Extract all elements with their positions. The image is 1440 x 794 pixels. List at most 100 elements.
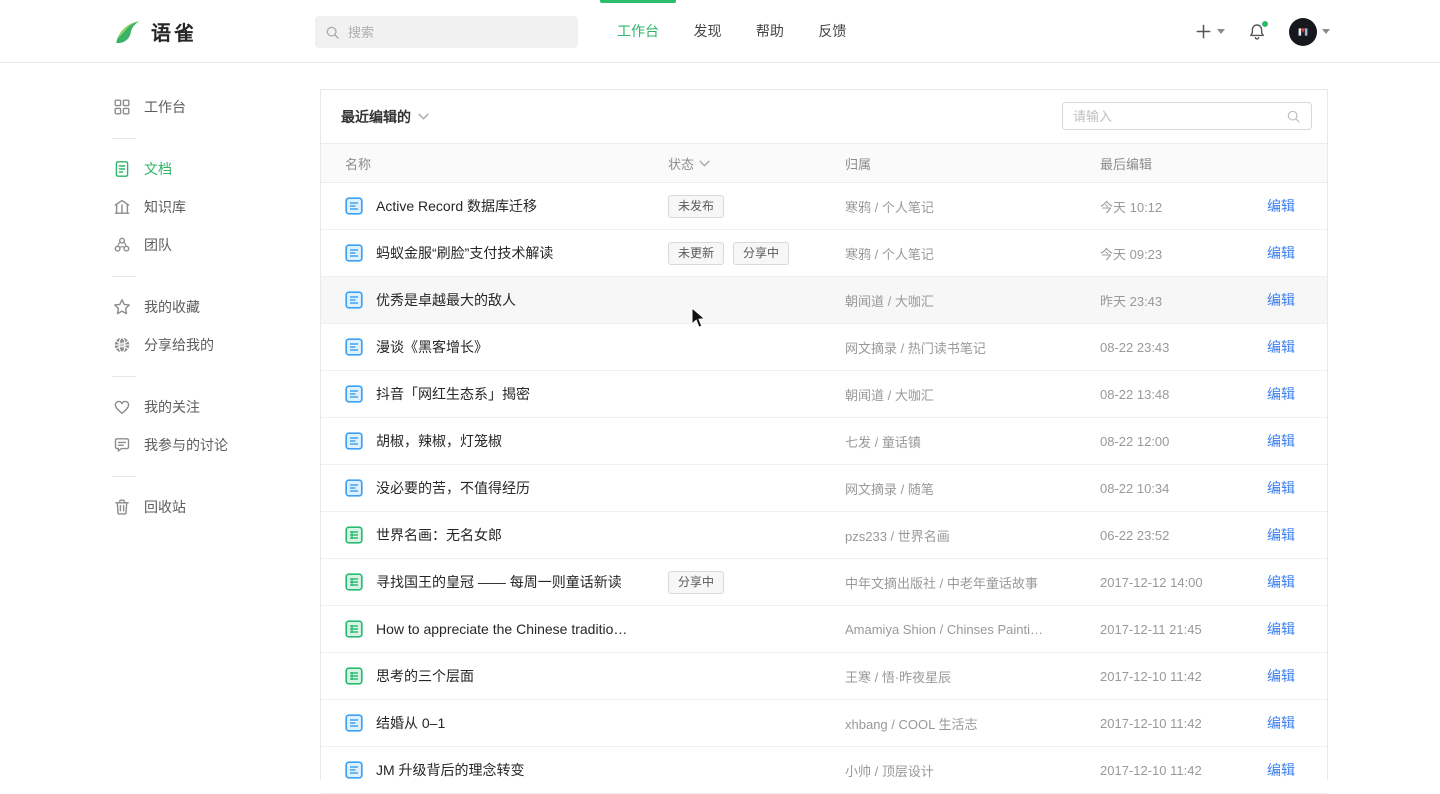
- doc-title[interactable]: How to appreciate the Chinese traditio…: [376, 621, 627, 637]
- table-row[interactable]: 世界名画：无名女郎 pzs233 / 世界名画 06-22 23:52 编辑: [321, 512, 1327, 559]
- column-header-status[interactable]: 状态: [668, 154, 845, 173]
- owner-text: 王寒 / 悟·昨夜星辰: [845, 667, 1100, 686]
- nav-tab-help[interactable]: 帮助: [756, 0, 784, 63]
- header-search[interactable]: [315, 16, 578, 48]
- doc-title[interactable]: 胡椒，辣椒，灯笼椒: [376, 431, 502, 451]
- table-row[interactable]: 思考的三个层面 王寒 / 悟·昨夜星辰 2017-12-10 11:42 编辑: [321, 653, 1327, 700]
- chevron-down-icon: [418, 113, 429, 120]
- sidebar-item-following[interactable]: 我的关注: [112, 388, 302, 426]
- notifications-button[interactable]: [1247, 22, 1267, 42]
- top-nav: 工作台 发现 帮助 反馈: [617, 0, 876, 63]
- sidebar-divider: [112, 464, 302, 488]
- table-row[interactable]: JM 升级背后的理念转变 小帅 / 顶层设计 2017-12-10 11:42 …: [321, 747, 1327, 794]
- edit-link[interactable]: 编辑: [1267, 480, 1295, 496]
- sheet-icon: [345, 526, 363, 544]
- doc-icon: [345, 385, 363, 403]
- chevron-down-icon: [1217, 29, 1225, 34]
- search-icon: [325, 25, 340, 40]
- sheet-icon: [345, 620, 363, 638]
- owner-text: 网文摘录 / 随笔: [845, 479, 1100, 498]
- panel-search-input[interactable]: [1073, 109, 1286, 124]
- chevron-down-icon: [699, 160, 710, 167]
- sidebar-item-shared-with-me[interactable]: 分享给我的: [112, 326, 302, 364]
- sidebar-item-docs[interactable]: 文档: [112, 150, 302, 188]
- trash-icon: [112, 498, 131, 517]
- table-row[interactable]: 结婚从 0–1 xhbang / COOL 生活志 2017-12-10 11:…: [321, 700, 1327, 747]
- table-row[interactable]: 没必要的苦，不值得经历 网文摘录 / 随笔 08-22 10:34 编辑: [321, 465, 1327, 512]
- edited-text: 06-22 23:52: [1100, 528, 1267, 543]
- table-row[interactable]: 抖音「网红生态系」揭密 朝闻道 / 大咖汇 08-22 13:48 编辑: [321, 371, 1327, 418]
- edit-link[interactable]: 编辑: [1267, 574, 1295, 590]
- table-row[interactable]: Active Record 数据库迁移 未发布 寒鸦 / 个人笔记 今天 10:…: [321, 183, 1327, 230]
- edit-link[interactable]: 编辑: [1267, 245, 1295, 261]
- table-row[interactable]: 漫谈《黑客增长》 网文摘录 / 热门读书笔记 08-22 23:43 编辑: [321, 324, 1327, 371]
- edit-link[interactable]: 编辑: [1267, 198, 1295, 214]
- edit-link[interactable]: 编辑: [1267, 715, 1295, 731]
- doc-title[interactable]: 优秀是卓越最大的敌人: [376, 290, 516, 310]
- sheet-icon: [345, 573, 363, 591]
- doc-title[interactable]: 结婚从 0–1: [376, 713, 445, 733]
- logo[interactable]: 语雀: [112, 0, 197, 63]
- status-badge: 未发布: [668, 195, 724, 218]
- sidebar: 工作台 文档 知识库 团队: [112, 88, 302, 526]
- team-icon: [112, 236, 131, 255]
- heart-icon: [112, 398, 131, 417]
- edited-text: 08-22 23:43: [1100, 340, 1267, 355]
- edited-text: 2017-12-12 14:00: [1100, 575, 1267, 590]
- sidebar-item-label: 知识库: [144, 197, 186, 217]
- table-row[interactable]: 胡椒，辣椒，灯笼椒 七发 / 童话镇 08-22 12:00 编辑: [321, 418, 1327, 465]
- doc-title[interactable]: JM 升级背后的理念转变: [376, 760, 525, 780]
- edit-link[interactable]: 编辑: [1267, 433, 1295, 449]
- panel-search[interactable]: [1062, 102, 1312, 130]
- nav-tab-workbench[interactable]: 工作台: [617, 0, 659, 63]
- star-icon: [112, 298, 131, 317]
- sidebar-item-teams[interactable]: 团队: [112, 226, 302, 264]
- table-row[interactable]: How to appreciate the Chinese traditio… …: [321, 606, 1327, 653]
- edited-text: 今天 09:23: [1100, 244, 1267, 263]
- edited-text: 2017-12-10 11:42: [1100, 669, 1267, 684]
- avatar: [1289, 18, 1317, 46]
- table-row[interactable]: 优秀是卓越最大的敌人 朝闻道 / 大咖汇 昨天 23:43 编辑: [321, 277, 1327, 324]
- edit-link[interactable]: 编辑: [1267, 386, 1295, 402]
- table-row[interactable]: 寻找国王的皇冠 —— 每周一则童话新读 分享中 中年文摘出版社 / 中老年童话故…: [321, 559, 1327, 606]
- doc-title[interactable]: 思考的三个层面: [376, 666, 474, 686]
- sidebar-item-label: 分享给我的: [144, 335, 214, 355]
- nav-tab-discover[interactable]: 发现: [693, 0, 721, 63]
- doc-title[interactable]: 蚂蚁金服“刷脸”支付技术解读: [376, 243, 553, 263]
- sidebar-divider: [112, 364, 302, 388]
- sidebar-item-workbench[interactable]: 工作台: [112, 88, 302, 126]
- edited-text: 2017-12-10 11:42: [1100, 763, 1267, 778]
- edited-text: 08-22 13:48: [1100, 387, 1267, 402]
- sidebar-item-knowledge-base[interactable]: 知识库: [112, 188, 302, 226]
- sidebar-item-trash[interactable]: 回收站: [112, 488, 302, 526]
- sidebar-item-favorites[interactable]: 我的收藏: [112, 288, 302, 326]
- edited-text: 今天 10:12: [1100, 197, 1267, 216]
- nav-tab-feedback[interactable]: 反馈: [818, 0, 846, 63]
- doc-title[interactable]: 世界名画：无名女郎: [376, 525, 502, 545]
- edit-link[interactable]: 编辑: [1267, 527, 1295, 543]
- sidebar-item-discussions[interactable]: 我参与的讨论: [112, 426, 302, 464]
- edit-link[interactable]: 编辑: [1267, 339, 1295, 355]
- header-search-input[interactable]: [348, 25, 548, 40]
- edit-link[interactable]: 编辑: [1267, 621, 1295, 637]
- sidebar-item-label: 我的关注: [144, 397, 200, 417]
- create-new-button[interactable]: [1195, 23, 1225, 40]
- search-icon: [1286, 109, 1301, 124]
- header-actions: [1195, 0, 1330, 63]
- account-menu[interactable]: [1289, 18, 1330, 46]
- filter-dropdown[interactable]: 最近编辑的: [341, 107, 429, 127]
- owner-text: 中年文摘出版社 / 中老年童话故事: [845, 573, 1100, 592]
- sidebar-item-label: 回收站: [144, 497, 186, 517]
- doc-title[interactable]: 漫谈《黑客增长》: [376, 337, 488, 357]
- doc-title[interactable]: Active Record 数据库迁移: [376, 196, 537, 216]
- doc-title[interactable]: 抖音「网红生态系」揭密: [376, 384, 530, 404]
- doc-title[interactable]: 没必要的苦，不值得经历: [376, 478, 530, 498]
- table-row[interactable]: 蚂蚁金服“刷脸”支付技术解读 未更新 分享中 寒鸦 / 个人笔记 今天 09:2…: [321, 230, 1327, 277]
- edit-link[interactable]: 编辑: [1267, 668, 1295, 684]
- sidebar-divider: [112, 126, 302, 150]
- docs-panel: 最近编辑的 名称 状态 归属 最后编辑 Active Record 数据库迁移 …: [320, 89, 1328, 780]
- edit-link[interactable]: 编辑: [1267, 292, 1295, 308]
- doc-title[interactable]: 寻找国王的皇冠 —— 每周一则童话新读: [376, 572, 622, 592]
- owner-text: 朝闻道 / 大咖汇: [845, 385, 1100, 404]
- edit-link[interactable]: 编辑: [1267, 762, 1295, 778]
